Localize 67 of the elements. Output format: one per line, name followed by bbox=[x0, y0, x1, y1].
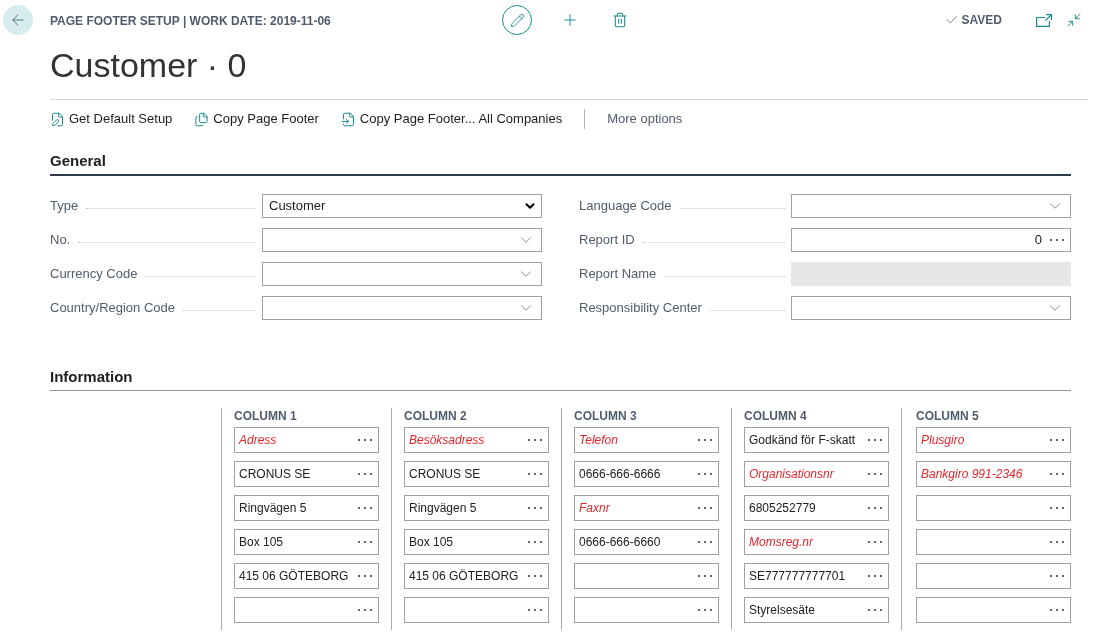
document-edit-icon bbox=[50, 111, 65, 127]
saved-status: SAVED bbox=[961, 12, 1002, 29]
input-field[interactable]: 0666-666-6660 bbox=[574, 529, 719, 555]
field-label: No. bbox=[50, 231, 71, 250]
input-field[interactable]: SE777777777701 bbox=[744, 563, 889, 589]
dropdown-field[interactable] bbox=[791, 194, 1071, 218]
input-field[interactable] bbox=[916, 495, 1071, 521]
external-window-icon[interactable] bbox=[1036, 13, 1052, 27]
page-title: Customer · 0 bbox=[50, 48, 247, 82]
input-field[interactable]: Styrelsesäte bbox=[744, 597, 889, 623]
minimize-icon[interactable] bbox=[1066, 12, 1082, 28]
field-label: Language Code bbox=[579, 197, 672, 216]
input-field[interactable]: Momsreg.nr bbox=[744, 529, 889, 555]
dropdown-field[interactable]: Customer bbox=[262, 194, 542, 218]
input-field[interactable]: Adress bbox=[234, 427, 379, 453]
field-label: Responsibility Center bbox=[579, 299, 702, 318]
more-options-button[interactable]: More options bbox=[607, 109, 683, 129]
section-heading: Information bbox=[50, 367, 133, 387]
field-label: Currency Code bbox=[50, 265, 138, 284]
input-field[interactable] bbox=[916, 597, 1071, 623]
input-field[interactable]: Faxnr bbox=[574, 495, 719, 521]
action-button[interactable]: Copy Page Footer... All Companies bbox=[340, 109, 563, 129]
input-field[interactable]: 0 bbox=[791, 228, 1071, 252]
column-header: COLUMN 3 bbox=[574, 409, 638, 423]
input-field[interactable] bbox=[916, 529, 1071, 555]
field-label: Report Name bbox=[579, 265, 657, 284]
input-field[interactable]: 6805252779 bbox=[744, 495, 889, 521]
input-field[interactable]: Organisationsnr bbox=[744, 461, 889, 487]
action-button[interactable]: Copy Page Footer bbox=[194, 109, 319, 129]
section-heading: General bbox=[50, 151, 106, 171]
input-field[interactable]: Besöksadress bbox=[404, 427, 549, 453]
input-field[interactable]: Godkänd för F-skatt bbox=[744, 427, 889, 453]
dropdown-field[interactable] bbox=[262, 262, 542, 286]
input-field[interactable]: 0666-666-6666 bbox=[574, 461, 719, 487]
breadcrumb-text: PAGE FOOTER SETUP | WORK DATE: 2019-11-06 bbox=[50, 14, 331, 28]
action-button[interactable]: Get Default Setup bbox=[50, 109, 173, 129]
copy-documents-icon bbox=[194, 111, 210, 127]
trash-icon[interactable] bbox=[612, 12, 628, 28]
input-field[interactable] bbox=[574, 597, 719, 623]
pencil-icon bbox=[509, 12, 525, 28]
field-label: Country/Region Code bbox=[50, 299, 176, 318]
input-field[interactable] bbox=[574, 563, 719, 589]
column-header: COLUMN 2 bbox=[404, 409, 468, 423]
checkmark-icon bbox=[944, 13, 959, 27]
dropdown-field[interactable] bbox=[791, 296, 1071, 320]
input-field[interactable]: CRONUS SE bbox=[404, 461, 549, 487]
field-label: Type bbox=[50, 197, 79, 216]
input-field[interactable]: 415 06 GÖTEBORG bbox=[234, 563, 379, 589]
input-field[interactable]: Box 105 bbox=[234, 529, 379, 555]
column-header: COLUMN 4 bbox=[744, 409, 808, 423]
input-field[interactable]: Ringvägen 5 bbox=[404, 495, 549, 521]
input-field[interactable] bbox=[404, 597, 549, 623]
input-field[interactable] bbox=[916, 563, 1071, 589]
column-header: COLUMN 5 bbox=[916, 409, 980, 423]
input-field[interactable]: Box 105 bbox=[404, 529, 549, 555]
input-field[interactable]: CRONUS SE bbox=[234, 461, 379, 487]
input-field[interactable]: Telefon bbox=[574, 427, 719, 453]
input-field[interactable]: 415 06 GÖTEBORG bbox=[404, 563, 549, 589]
input-field[interactable]: Bankgiro 991-2346 bbox=[916, 461, 1071, 487]
field-label: Report ID bbox=[579, 231, 635, 250]
column-header: COLUMN 1 bbox=[234, 409, 298, 423]
document-import-icon bbox=[340, 111, 356, 127]
input-field[interactable]: Ringvägen 5 bbox=[234, 495, 379, 521]
input-field[interactable] bbox=[234, 597, 379, 623]
input-field[interactable]: Plusgiro bbox=[916, 427, 1071, 453]
dropdown-field[interactable] bbox=[262, 296, 542, 320]
dropdown-field[interactable] bbox=[262, 228, 542, 252]
